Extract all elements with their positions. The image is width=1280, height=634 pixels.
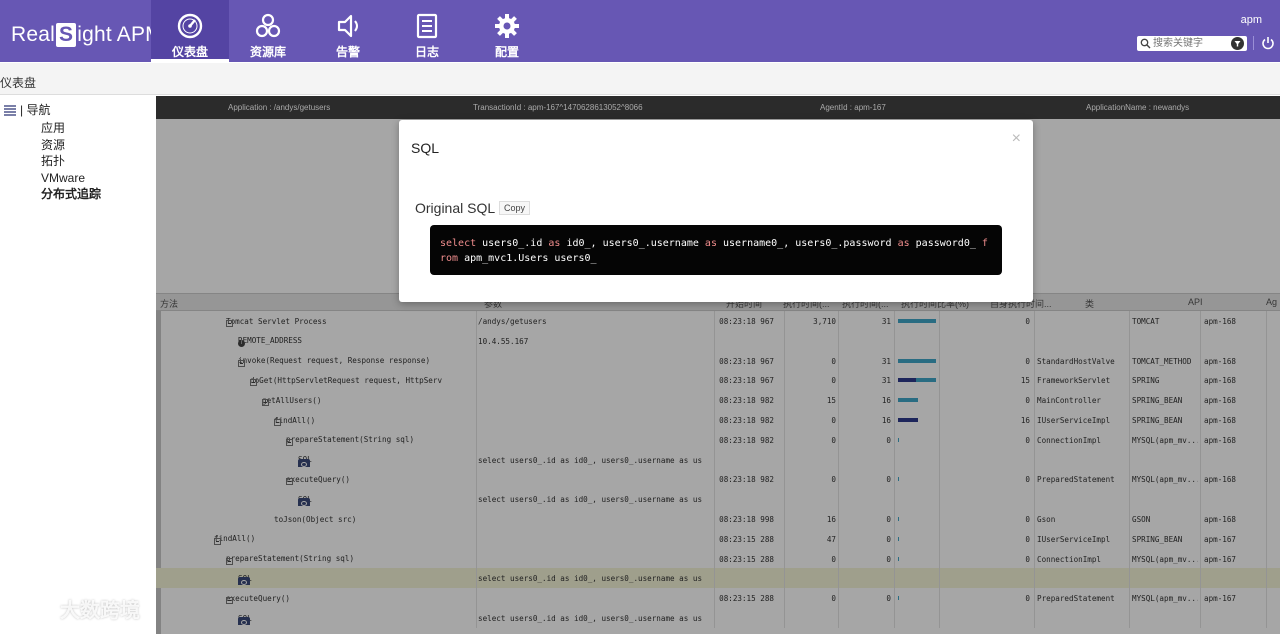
- sql-keyword: select: [440, 238, 477, 249]
- tab-log[interactable]: 日志: [388, 0, 466, 62]
- tab-config[interactable]: 配置: [468, 0, 546, 62]
- power-icon[interactable]: [1261, 36, 1275, 50]
- sql-keyword: as: [704, 238, 717, 249]
- info-agent-id: AgentId : apm-167: [820, 103, 886, 112]
- sql-text: password0_: [909, 238, 982, 249]
- sidebar-item-resources[interactable]: 资源: [41, 137, 101, 154]
- modal-title: SQL: [411, 140, 440, 156]
- info-application: Application : /andys/getusers: [228, 103, 331, 112]
- app-logo[interactable]: Real Sight APM: [11, 23, 163, 47]
- alarm-icon: [337, 14, 358, 38]
- sql-text: username0_, users0_.password: [716, 238, 898, 249]
- sql-text: apm_mvc1.Users users0_: [458, 253, 597, 264]
- search-input[interactable]: [1153, 36, 1229, 51]
- dashboard-icon: [177, 13, 203, 39]
- page-title: 仪表盘: [0, 76, 37, 90]
- gear-icon: [495, 14, 519, 38]
- search-icon: [1140, 38, 1151, 49]
- close-icon[interactable]: ×: [1012, 131, 1021, 147]
- sql-text: id0_, users0_.username: [560, 238, 705, 249]
- sidebar-heading[interactable]: | 导航: [4, 101, 50, 118]
- tab-dashboard-label: 仪表盘: [171, 45, 208, 59]
- sql-code-block[interactable]: select users0_.id as id0_, users0_.usern…: [430, 225, 1002, 275]
- resources-icon: [255, 13, 281, 38]
- top-bar: Real Sight APM 仪表盘 资源库 告警 日志 配置 apm: [0, 0, 1280, 62]
- sql-keyword: as: [897, 238, 910, 249]
- info-transaction-id: TransactionId : apm-167^1470628613052^80…: [473, 103, 643, 112]
- log-icon: [416, 13, 438, 39]
- info-application-name: ApplicationName : newandys: [1086, 103, 1190, 112]
- tab-config-label: 配置: [494, 45, 519, 59]
- sidebar-menu: 应用 资源 拓扑 VMware 分布式追踪: [41, 120, 101, 203]
- tab-dashboard[interactable]: 仪表盘: [151, 0, 229, 62]
- sidebar: | 导航 应用 资源 拓扑 VMware 分布式追踪: [0, 96, 156, 634]
- watermark: 大数跨境: [8, 594, 140, 623]
- menu-icon: [4, 105, 16, 116]
- sidebar-item-apps[interactable]: 应用: [41, 120, 101, 137]
- watermark-logo-icon: [9, 599, 55, 620]
- sidebar-item-vmware[interactable]: VMware: [41, 170, 101, 187]
- watermark-text: 大数跨境: [60, 600, 140, 622]
- sql-keyword: as: [548, 238, 561, 249]
- sql-text: users0_.id: [476, 238, 549, 249]
- tab-resources-label: 资源库: [249, 45, 286, 59]
- page-header: 仪表盘: [0, 63, 1280, 95]
- sidebar-heading-label: 导航: [26, 103, 51, 117]
- sql-modal: SQL × Original SQL Copy select users0_.i…: [399, 120, 1033, 302]
- copy-button[interactable]: Copy: [499, 201, 531, 215]
- tab-alarm-label: 告警: [335, 45, 360, 59]
- tab-alarm[interactable]: 告警: [309, 0, 387, 62]
- transaction-info-bar: Application : /andys/getusers Transactio…: [156, 96, 1280, 119]
- tab-resources[interactable]: 资源库: [229, 0, 307, 62]
- user-name[interactable]: apm: [1241, 14, 1262, 26]
- toolbar-divider: [1253, 36, 1254, 50]
- sidebar-item-distributed-tracing[interactable]: 分布式追踪: [41, 186, 101, 203]
- search-box: [1137, 36, 1247, 51]
- tab-log-label: 日志: [414, 45, 439, 59]
- original-sql-heading: Original SQL: [415, 200, 496, 216]
- sidebar-item-topology[interactable]: 拓扑: [41, 153, 101, 170]
- filter-icon[interactable]: [1231, 37, 1244, 50]
